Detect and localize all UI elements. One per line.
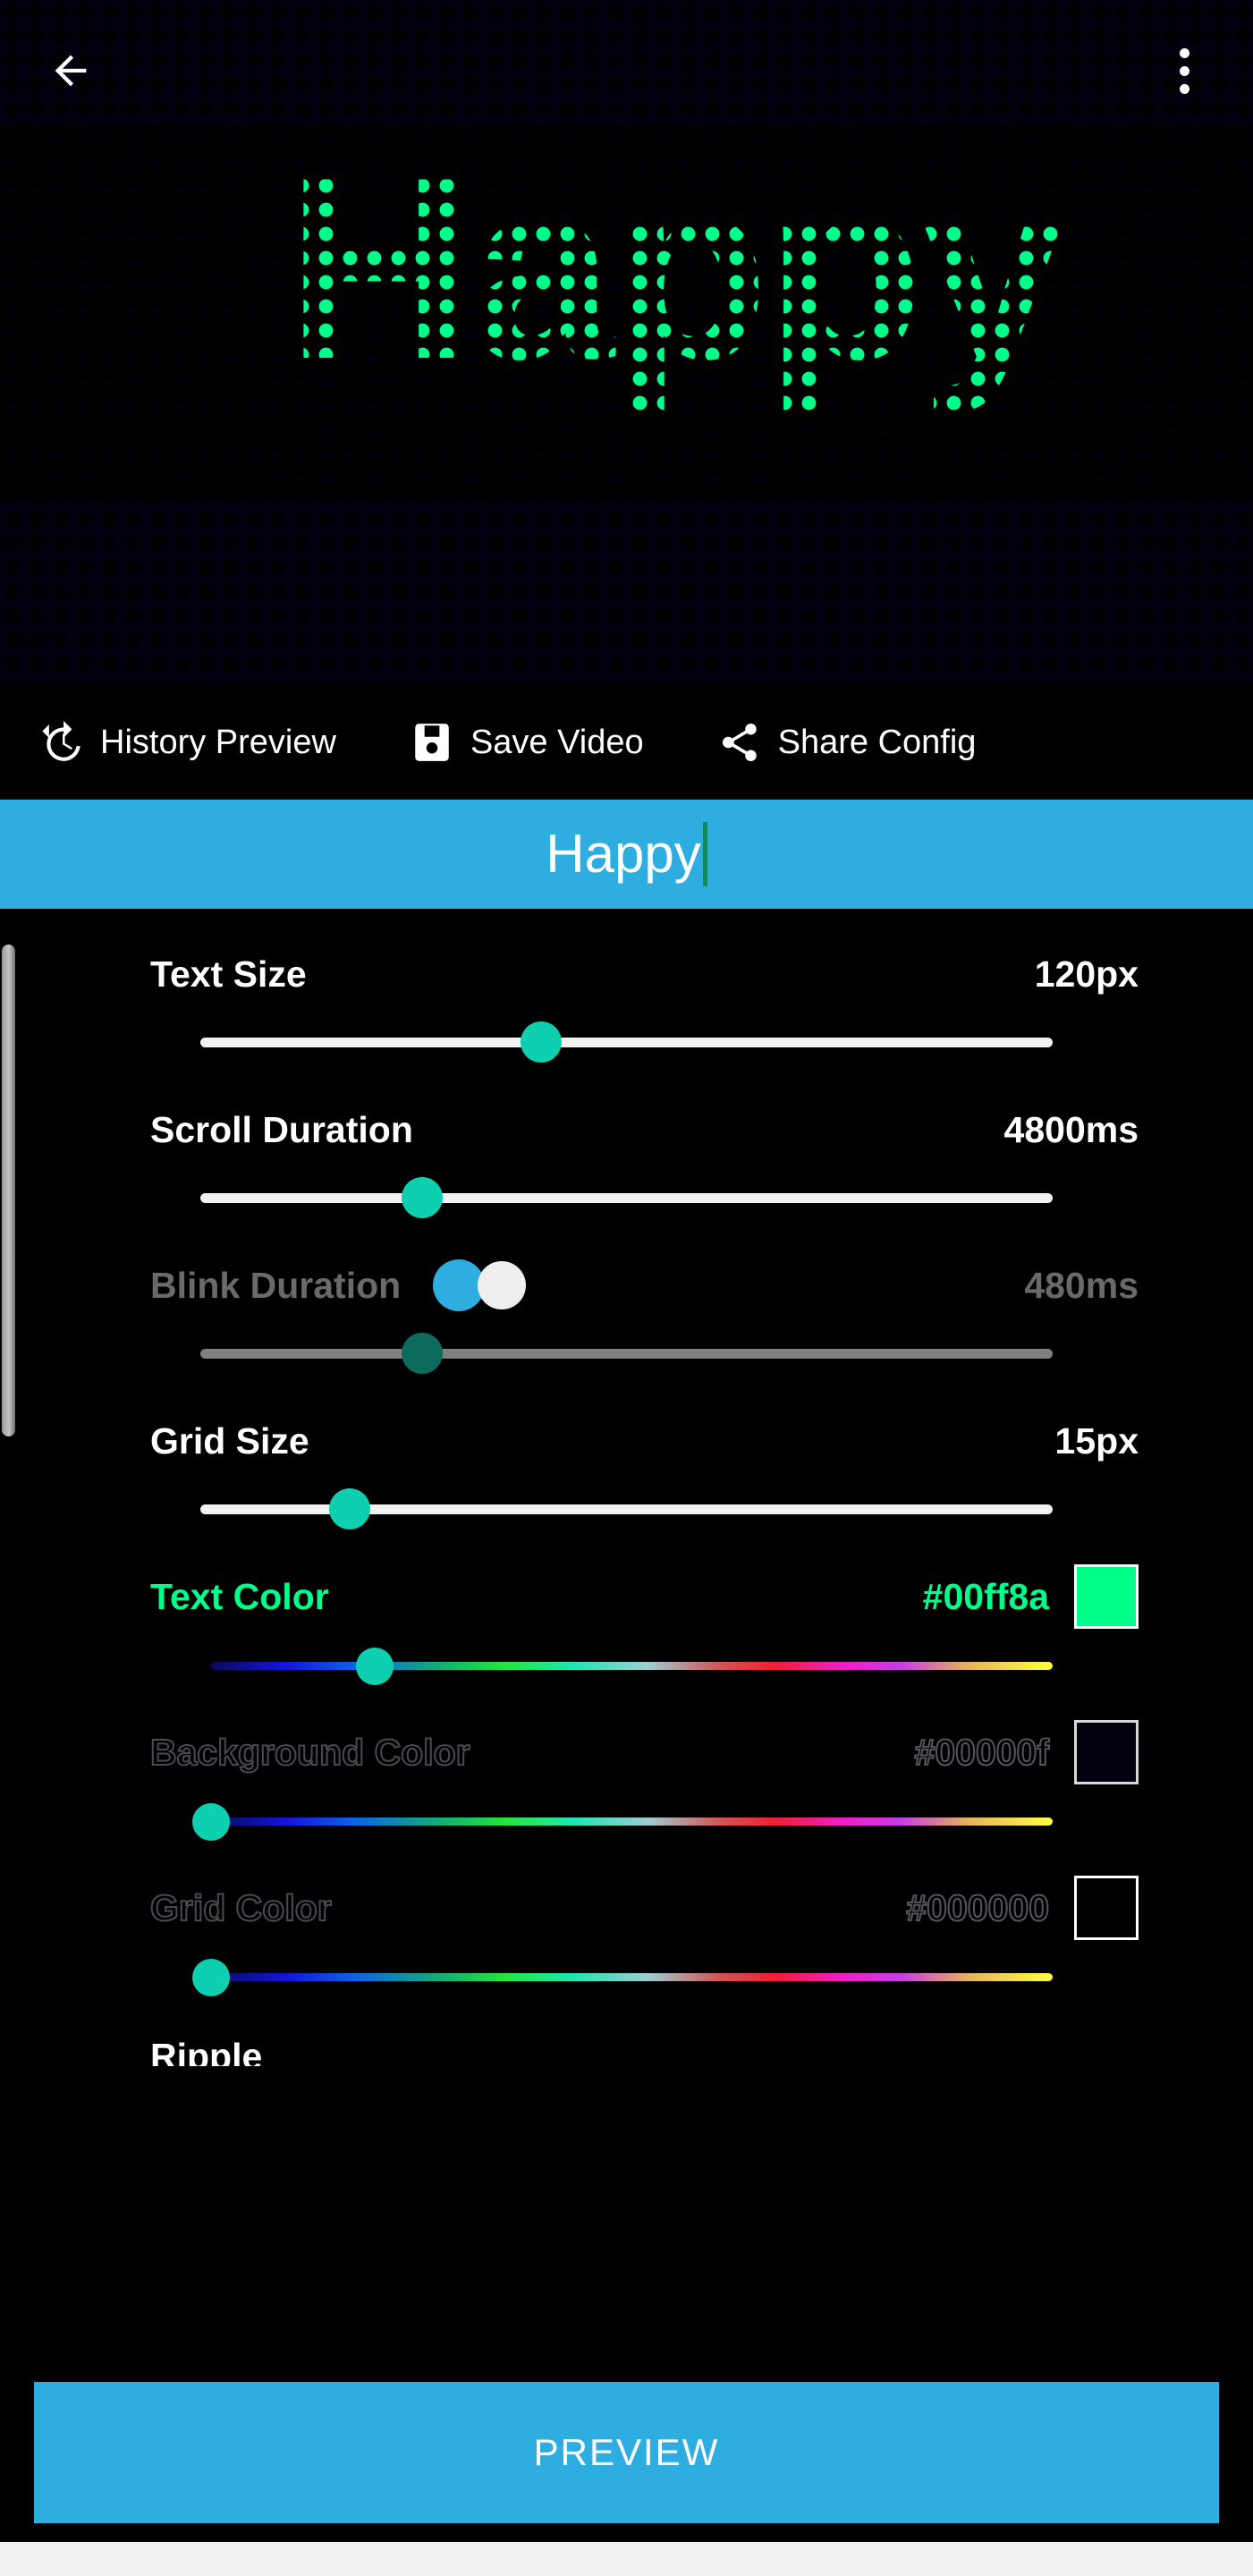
preview-button-label: PREVIEW <box>533 2431 720 2473</box>
back-nav-button[interactable] <box>835 2542 1253 2576</box>
scrollbar-thumb[interactable] <box>2 945 15 1436</box>
setting-row-text-color: Text Color #00ff8a <box>0 1564 1253 1707</box>
setting-value-blink-duration: 480ms <box>1024 1264 1139 1306</box>
overflow-menu-button[interactable] <box>1156 36 1212 106</box>
recents-button[interactable] <box>0 2542 418 2576</box>
hue-track <box>211 1973 1053 1981</box>
more-vertical-icon-dot-1 <box>1179 47 1190 58</box>
slider-thumb[interactable] <box>401 1333 443 1374</box>
share-config-label: Share Config <box>777 723 977 761</box>
setting-row-scroll-duration: Scroll Duration 4800ms <box>0 1102 1253 1240</box>
slider-scroll-duration[interactable] <box>0 1157 1253 1240</box>
slider-track <box>200 1038 1053 1047</box>
hue-track <box>211 1662 1053 1670</box>
row-head: Background Color #00000f <box>0 1720 1253 1784</box>
setting-row-grid-size: Grid Size 15px <box>0 1413 1253 1551</box>
cta-zone: PREVIEW <box>0 2363 1253 2542</box>
marquee-text: Happy <box>286 125 1064 413</box>
setting-row-text-size: Text Size 120px <box>0 946 1253 1084</box>
slider-thumb[interactable] <box>401 1177 443 1218</box>
more-vertical-icon-dot-3 <box>1179 83 1190 94</box>
setting-label-text-size: Text Size <box>150 953 307 995</box>
color-swatch-text-color[interactable] <box>1074 1564 1139 1629</box>
back-button[interactable] <box>36 36 106 106</box>
setting-row-clipped-next: Ripple <box>0 2036 1253 2066</box>
arrow-left-icon <box>55 55 87 87</box>
share-nodes-icon <box>717 720 762 765</box>
slider-thumb[interactable] <box>328 1488 370 1530</box>
system-navigation-bar <box>0 2542 1253 2576</box>
floppy-save-icon <box>410 720 454 765</box>
text-input-value: Happy <box>546 824 701 884</box>
setting-label-grid-size: Grid Size <box>150 1419 309 1462</box>
settings-scrollbar[interactable] <box>0 925 16 2338</box>
setting-value-grid-size: 15px <box>1054 1419 1139 1462</box>
slider-blink-duration[interactable] <box>0 1313 1253 1395</box>
preview-button[interactable]: PREVIEW <box>34 2382 1219 2523</box>
setting-label-clipped-next: Ripple <box>150 2036 263 2066</box>
text-caret <box>702 822 707 886</box>
row-head: Text Color #00ff8a <box>0 1564 1253 1629</box>
action-toolbar: History Preview Save Video Share Config <box>0 685 1253 800</box>
setting-label-blink-duration: Blink Duration <box>150 1264 402 1306</box>
share-config-button[interactable]: Share Config <box>717 685 1018 800</box>
more-vertical-icon-dot-2 <box>1179 65 1190 76</box>
settings-scroll-area[interactable]: Text Size 120px Scroll Duration 4800ms B… <box>0 909 1253 2363</box>
setting-row-background-color: Background Color #00000f <box>0 1720 1253 1862</box>
save-video-button[interactable]: Save Video <box>410 685 685 800</box>
setting-value-grid-color: #000000 <box>905 1886 1050 1929</box>
slider-track <box>200 1193 1053 1203</box>
setting-label-background-color: Background Color <box>149 1731 471 1774</box>
app-root: Happy History Preview Save Video Share C… <box>0 0 1253 2576</box>
slider-background-color[interactable] <box>0 1780 1253 1862</box>
history-clock-icon <box>39 720 84 765</box>
home-button[interactable] <box>418 2542 835 2576</box>
setting-label-text-color: Text Color <box>150 1575 329 1617</box>
slider-grid-color[interactable] <box>0 1936 1253 2018</box>
blink-enable-toggle[interactable] <box>433 1259 529 1311</box>
led-preview-board[interactable]: Happy <box>0 0 1253 685</box>
hue-thumb[interactable] <box>192 1803 230 1841</box>
row-head: Grid Color #000000 <box>0 1876 1253 1940</box>
setting-value-scroll-duration: 4800ms <box>1003 1108 1139 1150</box>
setting-label-grid-color: Grid Color <box>149 1886 333 1929</box>
slider-grid-size[interactable] <box>0 1469 1253 1551</box>
hue-thumb[interactable] <box>356 1648 394 1685</box>
setting-row-grid-color: Grid Color #000000 <box>0 1876 1253 2018</box>
setting-row-blink-duration: Blink Duration 480ms <box>0 1258 1253 1395</box>
color-swatch-grid-color[interactable] <box>1074 1876 1139 1940</box>
color-swatch-background-color[interactable] <box>1074 1720 1139 1784</box>
slider-text-color[interactable] <box>0 1624 1253 1707</box>
history-preview-button[interactable]: History Preview <box>39 685 377 800</box>
row-head: Blink Duration 480ms <box>0 1258 1253 1313</box>
row-head: Text Size 120px <box>0 946 1253 1002</box>
setting-label-scroll-duration: Scroll Duration <box>150 1108 413 1150</box>
hue-thumb[interactable] <box>192 1959 230 1996</box>
text-input-inner: Happy <box>546 822 707 886</box>
marquee-viewport: Happy <box>0 125 1253 501</box>
slider-text-size[interactable] <box>0 1002 1253 1084</box>
toggle-knob-inactive <box>478 1261 527 1309</box>
slider-track <box>200 1349 1053 1359</box>
setting-value-background-color: #00000f <box>914 1731 1050 1774</box>
setting-value-text-color: #00ff8a <box>922 1575 1049 1617</box>
settings-rows: Text Size 120px Scroll Duration 4800ms B… <box>0 909 1253 2066</box>
row-head: Scroll Duration 4800ms <box>0 1102 1253 1157</box>
marquee-text-input[interactable]: Happy <box>0 800 1253 909</box>
slider-thumb[interactable] <box>521 1021 563 1063</box>
save-video-label: Save Video <box>470 723 644 761</box>
history-preview-label: History Preview <box>100 723 336 761</box>
hue-track <box>211 1818 1053 1826</box>
setting-value-text-size: 120px <box>1034 953 1139 995</box>
row-head: Grid Size 15px <box>0 1413 1253 1469</box>
